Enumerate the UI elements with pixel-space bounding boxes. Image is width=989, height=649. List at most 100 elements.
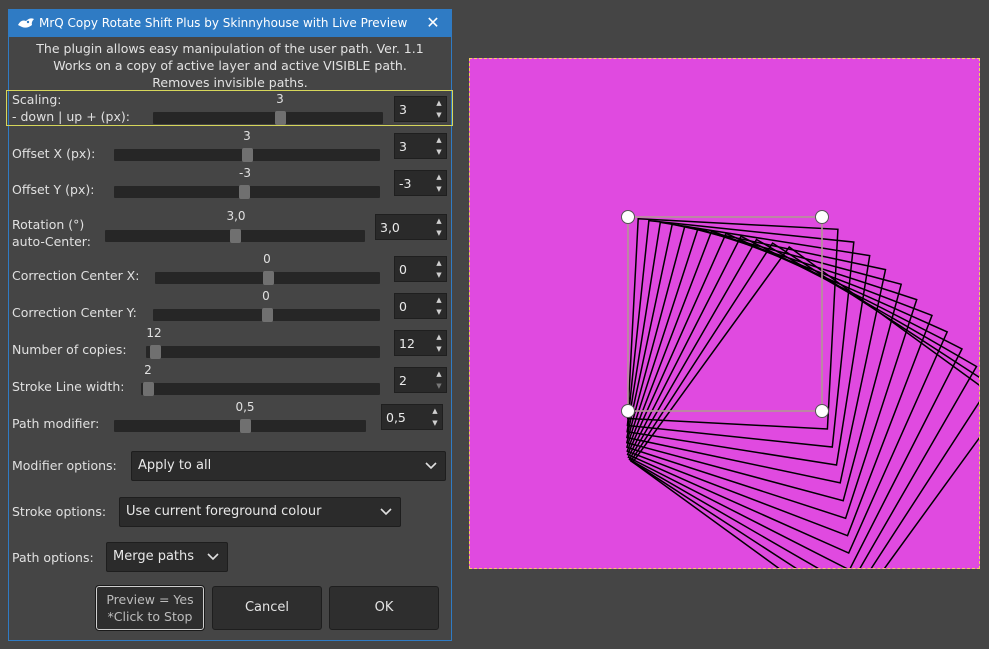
offset-y-value: -3 — [239, 166, 251, 180]
preview-status-text: Preview = Yes — [106, 592, 194, 607]
scaling-spinbox[interactable]: 3 ▲ ▼ — [394, 96, 447, 122]
modifier-options-value: Apply to all — [138, 458, 212, 473]
spin-down-icon[interactable]: ▼ — [432, 380, 446, 392]
correction-y-slider-handle[interactable] — [261, 308, 273, 322]
preview-hint-text: *Click to Stop — [107, 609, 193, 624]
modifier-options-dropdown[interactable]: Apply to all — [131, 451, 446, 481]
stroke-width-slider[interactable] — [141, 382, 380, 396]
rotation-slider-handle[interactable] — [230, 229, 241, 243]
path-copy — [626, 223, 887, 484]
scaling-value: 3 — [276, 92, 284, 106]
spin-up-icon[interactable]: ▲ — [432, 368, 446, 380]
path-preview — [621, 210, 979, 568]
ok-button[interactable]: OK — [329, 586, 439, 630]
description-line-3: Removes invisible paths. — [152, 75, 308, 90]
spin-up-icon[interactable]: ▲ — [432, 134, 446, 146]
path-modifier-label: Path modifier: — [12, 416, 100, 431]
title-bar[interactable]: MrQ Copy Rotate Shift Plus by Skinnyhous… — [9, 10, 451, 37]
chevron-down-icon — [425, 462, 437, 470]
correction-y-slider[interactable] — [153, 308, 380, 322]
spin-down-icon[interactable]: ▼ — [432, 227, 446, 239]
path-options-dropdown[interactable]: Merge paths — [106, 542, 228, 572]
ok-label: OK — [374, 600, 394, 615]
stroke-width-spin-value: 2 — [399, 373, 407, 388]
stroke-options-value: Use current foreground colour — [126, 504, 322, 519]
correction-y-value: 0 — [262, 289, 270, 303]
spin-down-icon[interactable]: ▼ — [432, 146, 446, 158]
path-modifier-value: 0,5 — [235, 400, 255, 414]
spin-up-icon[interactable]: ▲ — [428, 405, 442, 417]
scaling-spin-value: 3 — [399, 102, 407, 117]
spin-up-icon[interactable]: ▲ — [432, 171, 446, 183]
stroke-width-slider-handle[interactable] — [143, 382, 155, 396]
spin-up-icon[interactable]: ▲ — [432, 294, 446, 306]
path-modifier-slider-handle[interactable] — [240, 419, 252, 433]
correction-x-slider[interactable] — [155, 271, 380, 285]
scaling-slider-handle[interactable] — [274, 111, 286, 125]
chevron-down-icon — [380, 508, 392, 516]
offset-y-slider[interactable] — [114, 185, 380, 199]
stroke-options-label: Stroke options: — [12, 504, 107, 519]
offset-x-spinbox[interactable]: 3 ▲ ▼ — [394, 133, 447, 159]
spin-down-icon[interactable]: ▼ — [432, 269, 446, 281]
offset-x-label: Offset X (px): — [12, 146, 96, 161]
copies-slider-handle[interactable] — [150, 345, 162, 359]
spin-up-icon[interactable]: ▲ — [432, 215, 446, 227]
offset-y-slider-handle[interactable] — [239, 185, 251, 199]
copies-label: Number of copies: — [12, 342, 127, 357]
correction-y-spinbox[interactable]: 0 ▲ ▼ — [394, 293, 447, 319]
offset-x-slider-handle[interactable] — [242, 148, 253, 162]
rotation-spinbox[interactable]: 3,0 ▲ ▼ — [375, 214, 447, 240]
rotation-spin-value: 3,0 — [380, 220, 400, 235]
spin-down-icon[interactable]: ▼ — [432, 306, 446, 318]
offset-x-value: 3 — [243, 129, 251, 143]
spin-up-icon[interactable]: ▲ — [432, 257, 446, 269]
close-icon[interactable]: ✕ — [423, 13, 443, 33]
copies-spinbox[interactable]: 12 ▲ ▼ — [394, 330, 447, 356]
copies-spin-value: 12 — [399, 336, 415, 351]
correction-x-value: 0 — [263, 252, 271, 266]
path-modifier-slider[interactable] — [114, 419, 366, 433]
image-canvas[interactable] — [469, 58, 980, 569]
offset-y-label: Offset Y (px): — [12, 182, 95, 197]
path-anchor-handle[interactable] — [815, 210, 829, 224]
plugin-dialog: MrQ Copy Rotate Shift Plus by Skinnyhous… — [6, 9, 453, 641]
stroke-width-label: Stroke Line width: — [12, 379, 125, 394]
description-line-2: Works on a copy of active layer and acti… — [53, 58, 407, 73]
path-options-value: Merge paths — [113, 549, 195, 564]
path-anchor-handle[interactable] — [815, 404, 829, 418]
preview-toggle-button[interactable]: Preview = Yes *Click to Stop — [95, 585, 205, 631]
offset-y-spin-value: -3 — [399, 176, 412, 191]
spin-up-icon[interactable]: ▲ — [432, 331, 446, 343]
spin-down-icon[interactable]: ▼ — [432, 109, 446, 121]
spin-down-icon[interactable]: ▼ — [432, 343, 446, 355]
chevron-down-icon — [207, 553, 219, 561]
path-modifier-spin-value: 0,5 — [386, 410, 406, 425]
copies-slider[interactable] — [146, 345, 380, 359]
correction-x-spin-value: 0 — [399, 262, 407, 277]
gimp-wilber-icon — [18, 18, 34, 28]
offset-y-spinbox[interactable]: -3 ▲ ▼ — [394, 170, 447, 196]
stroke-options-dropdown[interactable]: Use current foreground colour — [119, 497, 401, 527]
offset-x-spin-value: 3 — [399, 139, 407, 154]
spin-down-icon[interactable]: ▼ — [432, 183, 446, 195]
path-anchor-handle[interactable] — [621, 404, 635, 418]
path-options-label: Path options: — [12, 550, 94, 565]
scaling-slider[interactable] — [153, 111, 383, 125]
rotation-slider[interactable] — [105, 229, 365, 243]
spin-down-icon[interactable]: ▼ — [428, 417, 442, 429]
window-title: MrQ Copy Rotate Shift Plus by Skinnyhous… — [39, 16, 408, 30]
cancel-label: Cancel — [244, 600, 290, 615]
scaling-sublabel: - down | up + (px): — [12, 109, 130, 124]
correction-x-spinbox[interactable]: 0 ▲ ▼ — [394, 256, 447, 282]
offset-x-slider[interactable] — [114, 148, 380, 162]
correction-x-slider-handle[interactable] — [262, 271, 274, 285]
spin-up-icon[interactable]: ▲ — [432, 97, 446, 109]
cancel-button[interactable]: Cancel — [212, 586, 322, 630]
description-line-1: The plugin allows easy manipulation of t… — [36, 41, 424, 56]
path-modifier-spinbox[interactable]: 0,5 ▲ ▼ — [381, 404, 443, 430]
path-copy — [627, 235, 964, 568]
path-anchor-handle[interactable] — [621, 210, 635, 224]
rotation-value: 3,0 — [226, 209, 246, 223]
stroke-width-spinbox[interactable]: 2 ▲ ▼ — [394, 367, 447, 393]
